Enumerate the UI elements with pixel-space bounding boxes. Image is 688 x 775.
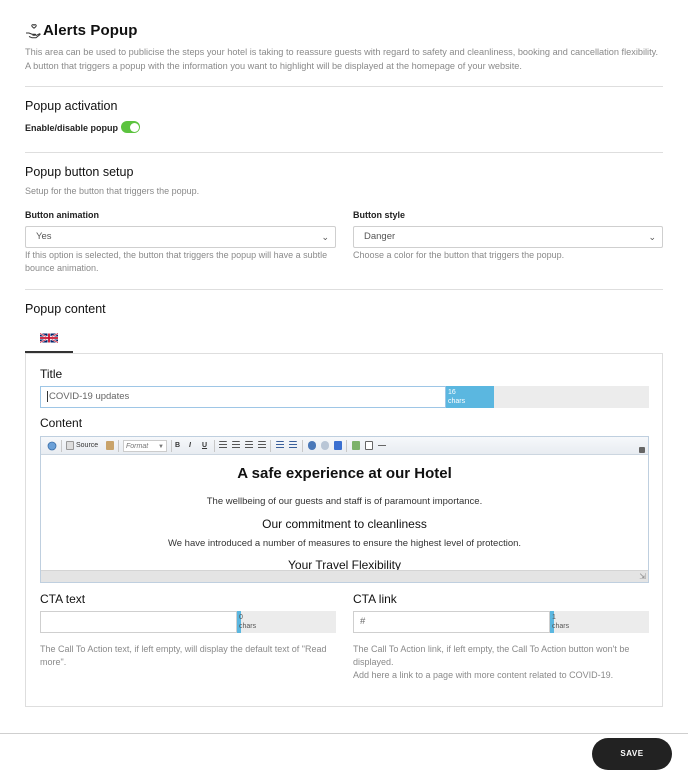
divider [25,152,663,153]
format-dropdown[interactable]: Format ▼ [123,440,167,452]
editor-toolbar: Source Format ▼ B I U [41,437,648,455]
section-title-activation: Popup activation [25,99,118,113]
counter-unit: chars [552,623,570,630]
editor-statusbar: ⇲ [41,570,648,582]
cta-link-input-value: # [360,616,366,627]
toolbar-separator [118,440,119,452]
format-dropdown-label: Format [126,443,149,450]
help-line: The Call To Action link, if left empty, … [353,644,630,654]
description-line: A button that triggers a popup with the … [25,61,522,71]
counter-text: 1 chars [552,613,569,631]
underline-button[interactable]: U [202,440,207,452]
unlink-icon[interactable] [321,441,329,450]
cta-link-char-counter: 1 chars [550,611,649,633]
uk-flag-icon[interactable] [40,332,58,344]
counter-number: 0 [239,614,243,621]
counter-number: 1 [552,614,556,621]
cta-link-label: CTA link [353,592,397,606]
help-line: The Call To Action text, if left empty, … [40,644,327,654]
footer-divider [0,733,688,734]
cta-text-char-counter: 0 chars [237,611,336,633]
help-line: displayed. [353,657,394,667]
select-value: Danger [364,231,396,242]
toggle-knob [129,122,139,132]
divider [25,289,663,290]
counter-number: 16 [448,389,456,396]
text-caret [47,390,48,402]
editor-paragraph: We have introduced a number of measures … [167,538,522,549]
bold-button[interactable]: B [175,440,180,452]
collapse-toolbar-icon[interactable] [639,447,645,453]
toolbar-separator [270,440,271,452]
section-title-button-setup: Popup button setup [25,165,134,179]
button-style-help: Choose a color for the button that trigg… [353,250,565,260]
section-title-content: Popup content [25,302,106,316]
editor-content-area[interactable]: A safe experience at our Hotel The wellb… [41,456,648,571]
cta-text-input[interactable] [40,611,237,633]
title-label: Title [40,367,63,381]
hand-heart-icon [26,23,41,38]
enable-popup-toggle[interactable] [121,121,140,133]
button-style-select[interactable]: Danger ⌄ [353,226,663,248]
editor-paragraph: The wellbeing of our guests and staff is… [206,496,483,507]
source-icon[interactable] [66,441,74,450]
image-icon[interactable] [352,441,360,450]
chevron-down-icon: ⌄ [648,232,656,242]
align-justify-icon[interactable] [258,441,266,450]
toggle-label: Enable/disable popup [25,123,119,133]
section-subtitle: Setup for the button that triggers the p… [25,186,200,196]
source-button[interactable]: Source [76,440,98,452]
counter-unit: chars [448,398,466,405]
button-animation-label: Button animation [25,210,99,220]
rich-text-editor[interactable]: Source Format ▼ B I U A safe experience … [40,436,649,583]
editor-heading: A safe experience at our Hotel [237,465,452,482]
help-line: Add here a link to a page with more cont… [353,670,614,680]
page-description: This area can be used to publicise the s… [25,45,665,73]
table-icon[interactable] [365,441,373,450]
bullet-list-icon[interactable] [289,441,297,450]
globe-icon[interactable] [47,441,57,451]
chevron-down-icon: ▼ [158,444,164,450]
numbered-list-icon[interactable] [276,441,284,450]
title-input[interactable]: COVID-19 updates [40,386,446,408]
paste-icon[interactable] [106,441,114,450]
select-value: Yes [36,231,52,242]
content-label: Content [40,416,83,430]
italic-button[interactable]: I [189,440,191,452]
button-style-label: Button style [353,210,406,220]
counter-unit: chars [239,623,257,630]
help-line: If this option is selected, the button t… [25,250,328,260]
help-line: bounce animation. [25,263,99,273]
save-button[interactable]: SAVE [592,738,672,770]
toolbar-separator [61,440,62,452]
counter-badge: 16 chars [446,386,494,408]
toolbar-separator [214,440,215,452]
resize-handle-icon[interactable]: ⇲ [639,572,646,581]
button-animation-help: If this option is selected, the button t… [25,249,327,275]
description-line: This area can be used to publicise the s… [25,47,659,57]
align-center-icon[interactable] [232,441,240,450]
toolbar-separator [346,440,347,452]
cta-link-input[interactable]: # [353,611,550,633]
page-title: Alerts Popup [43,22,138,39]
toolbar-separator [302,440,303,452]
help-line: more". [40,657,67,667]
editor-subheading: Our commitment to cleanliness [262,517,427,531]
cta-text-label: CTA text [40,592,86,606]
button-animation-select[interactable]: Yes ⌄ [25,226,336,248]
align-right-icon[interactable] [245,441,253,450]
align-left-icon[interactable] [219,441,227,450]
link-icon[interactable] [308,441,316,450]
divider [25,86,663,87]
counter-text: 0 chars [239,613,256,631]
title-char-counter: 16 chars [446,386,649,408]
page-header: Alerts Popup [25,22,138,39]
title-input-value: COVID-19 updates [49,391,130,402]
cta-text-help: The Call To Action text, if left empty, … [40,643,327,669]
cta-link-help: The Call To Action link, if left empty, … [353,643,629,682]
horizontal-rule-icon[interactable] [378,441,386,450]
anchor-flag-icon[interactable] [334,441,342,450]
toolbar-separator [171,440,172,452]
chevron-down-icon: ⌄ [321,232,329,242]
